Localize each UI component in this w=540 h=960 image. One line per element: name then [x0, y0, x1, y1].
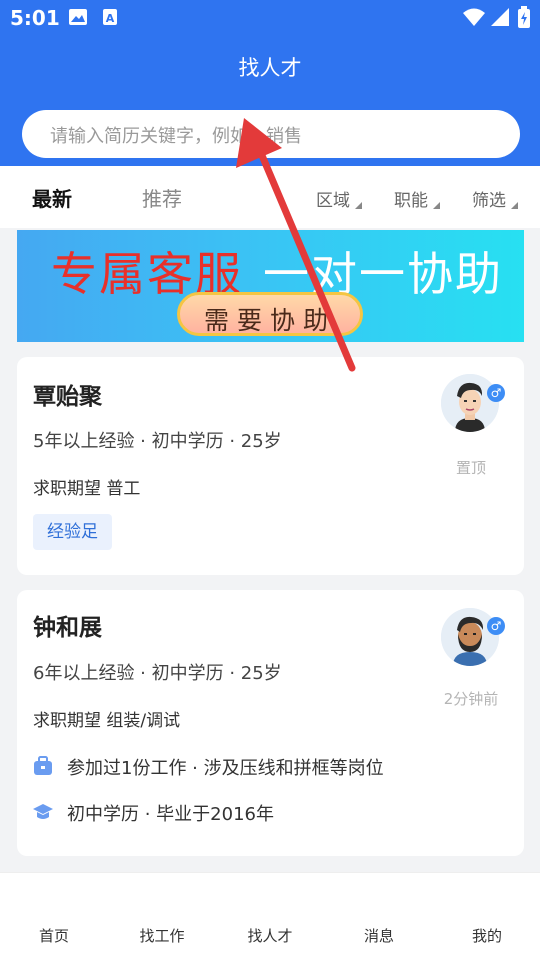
candidate-card[interactable]: 覃贻聚 5年以上经验 · 初中学历 · 25岁 求职期望 普工 经验足 ♂ 置顶	[17, 357, 524, 575]
male-icon: ♂	[487, 617, 505, 635]
nav-profile[interactable]: 我的	[442, 925, 532, 946]
candidate-expectation: 求职期望 普工	[33, 479, 141, 499]
education-text: 初中学历 · 毕业于2016年	[67, 804, 274, 825]
candidate-card[interactable]: 钟和展 6年以上经验 · 初中学历 · 25岁 求职期望 组装/调试 参加过1份…	[17, 590, 524, 856]
page-title: 找人才	[238, 56, 302, 80]
nav-home[interactable]: 首页	[9, 925, 99, 946]
candidate-status: 2分钟前	[443, 690, 499, 708]
promo-banner[interactable]: 专属客服 一对一协助 需要协助	[17, 230, 524, 342]
tab-recommended[interactable]: 推荐	[142, 183, 182, 212]
filter-region[interactable]: 区域	[316, 186, 362, 211]
wifi-icon	[462, 7, 486, 31]
status-time: 5:01	[10, 6, 60, 30]
tab-latest[interactable]: 最新	[32, 183, 72, 212]
avatar-illustration	[441, 608, 499, 666]
candidate-tag: 经验足	[33, 514, 112, 550]
signal-icon	[490, 7, 510, 31]
dropdown-triangle-icon	[355, 202, 362, 209]
image-icon	[68, 8, 88, 30]
avatar-illustration	[441, 374, 499, 432]
bottom-nav: 首页 找工作 找人才 消息 我的	[0, 872, 540, 960]
svg-text:A: A	[106, 12, 115, 25]
battery-icon	[518, 6, 530, 32]
candidate-meta: 5年以上经验 · 初中学历 · 25岁	[33, 431, 282, 452]
work-history-text: 参加过1份工作 · 涉及压线和拼框等岗位	[67, 758, 384, 779]
dropdown-triangle-icon	[511, 202, 518, 209]
nav-messages[interactable]: 消息	[334, 925, 424, 946]
candidate-status: 置顶	[455, 459, 486, 477]
filter-region-label: 区域	[316, 191, 350, 211]
filter-more-label: 筛选	[472, 191, 506, 211]
dropdown-triangle-icon	[433, 202, 440, 209]
graduation-cap-icon	[33, 802, 53, 822]
search-input[interactable]: 请输入简历关键字，例如：销售	[22, 110, 520, 158]
filter-function-label: 职能	[394, 191, 428, 211]
filter-function[interactable]: 职能	[394, 186, 440, 211]
status-bar: 5:01 A	[0, 0, 540, 36]
male-icon: ♂	[487, 384, 505, 402]
header: 5:01 A 找人才 请输入简历关键字，例如：销售	[0, 0, 540, 166]
avatar[interactable]	[441, 608, 499, 666]
nav-find-job[interactable]: 找工作	[117, 925, 207, 946]
candidate-meta: 6年以上经验 · 初中学历 · 25岁	[33, 663, 282, 684]
text-icon: A	[102, 8, 118, 30]
avatar[interactable]	[441, 374, 499, 432]
filter-more[interactable]: 筛选	[472, 186, 518, 211]
candidate-name: 钟和展	[33, 615, 102, 641]
candidate-name: 覃贻聚	[33, 384, 102, 410]
candidate-expectation: 求职期望 组装/调试	[33, 711, 181, 731]
briefcase-icon	[33, 756, 53, 776]
need-help-button[interactable]: 需要协助	[177, 292, 363, 336]
nav-find-talent[interactable]: 找人才	[225, 925, 315, 946]
need-help-label: 需要协助	[203, 306, 336, 335]
filter-bar: 最新 推荐 区域 职能 筛选	[0, 166, 540, 228]
search-placeholder: 请输入简历关键字，例如：销售	[50, 126, 302, 147]
